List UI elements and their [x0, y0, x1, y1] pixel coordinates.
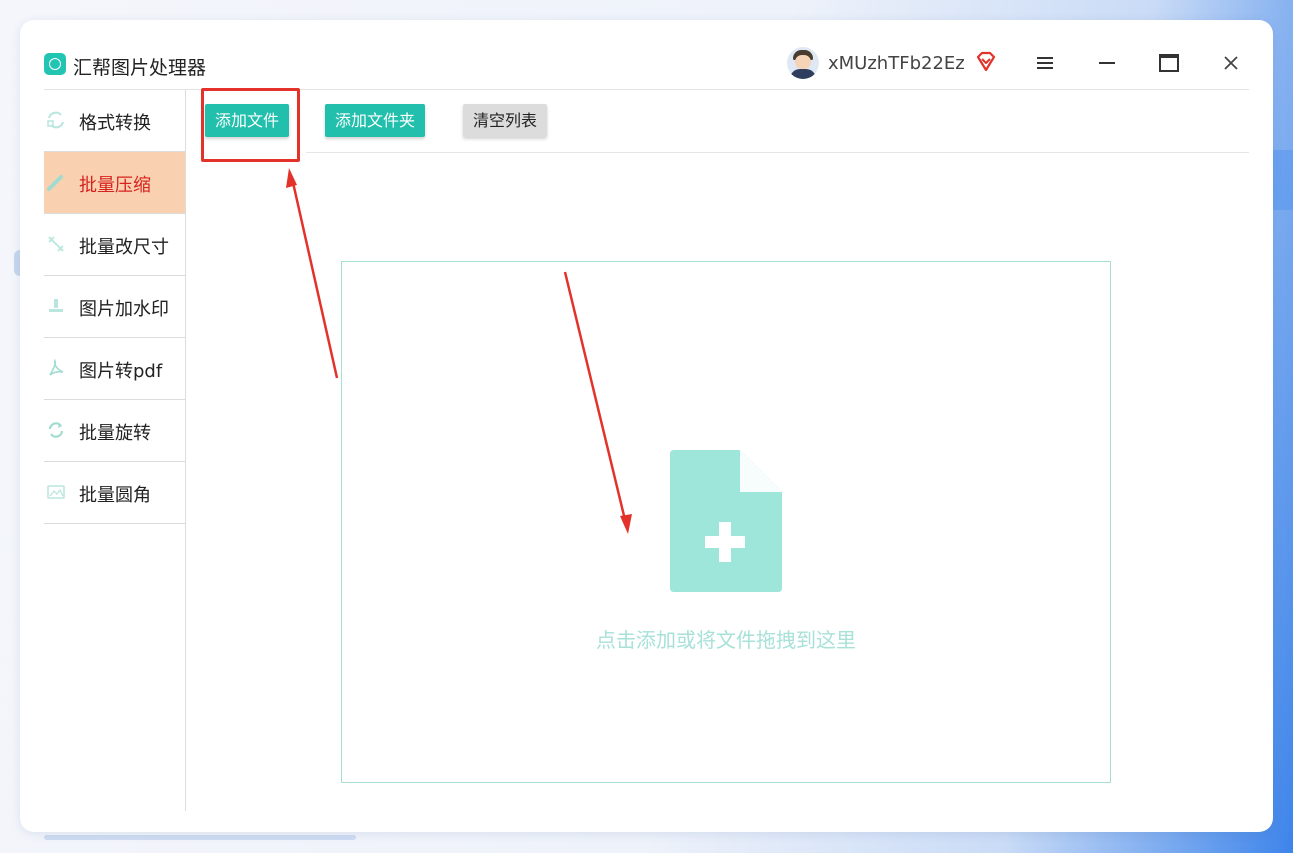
- watermark-icon: [49, 299, 63, 312]
- format-convert-icon: [47, 111, 64, 129]
- vip-diamond-icon[interactable]: [975, 51, 997, 73]
- compress-icon: [47, 175, 63, 191]
- sidebar-item-compress[interactable]: 批量压缩: [44, 152, 185, 214]
- sidebar-item-format-convert[interactable]: 格式转换: [44, 90, 185, 152]
- sidebar-item-watermark[interactable]: 图片加水印: [44, 276, 185, 338]
- add-file-icon: [670, 450, 782, 592]
- sidebar-item-label: 批量改尺寸: [79, 237, 169, 258]
- app-logo-icon: [44, 53, 66, 75]
- username[interactable]: xMUzhTFb22Ez: [828, 53, 965, 74]
- divider: [306, 152, 1249, 153]
- pdf-icon: [49, 358, 64, 376]
- sidebar-item-label: 图片转pdf: [79, 361, 163, 382]
- background-strip: [44, 835, 356, 840]
- sidebar-item-label: 格式转换: [79, 113, 151, 134]
- sidebar-item-resize[interactable]: 批量改尺寸: [44, 214, 185, 276]
- sidebar-item-label: 批量旋转: [79, 423, 151, 444]
- resize-icon: [48, 236, 64, 252]
- sidebar-item-round-corner[interactable]: 批量圆角: [44, 462, 185, 524]
- round-corner-icon: [47, 485, 65, 499]
- add-folder-button[interactable]: 添加文件夹: [325, 104, 426, 137]
- minimize-icon[interactable]: [1094, 50, 1120, 76]
- sidebar-item-label: 批量压缩: [79, 175, 151, 196]
- title-bar: 汇帮图片处理器 xMUzhTFb22Ez: [20, 20, 1273, 88]
- user-avatar[interactable]: [787, 47, 819, 79]
- sidebar-item-to-pdf[interactable]: 图片转pdf: [44, 338, 185, 400]
- clear-list-button[interactable]: 清空列表: [463, 104, 548, 137]
- sidebar-item-label: 图片加水印: [79, 299, 169, 320]
- dropzone-hint: 点击添加或将文件拖拽到这里: [596, 628, 856, 652]
- app-title: 汇帮图片处理器: [73, 57, 207, 79]
- close-icon[interactable]: [1218, 50, 1244, 76]
- maximize-icon[interactable]: [1156, 50, 1182, 76]
- rotate-icon: [48, 422, 64, 438]
- sidebar-item-label: 批量圆角: [79, 485, 151, 506]
- menu-icon[interactable]: [1032, 50, 1058, 76]
- sidebar-item-rotate[interactable]: 批量旋转: [44, 400, 185, 462]
- annotation-highlight-box: [201, 88, 300, 162]
- file-dropzone[interactable]: 点击添加或将文件拖拽到这里: [341, 261, 1111, 783]
- sidebar: 格式转换 批量压缩 批量改尺寸 图片加水印 图片转pdf 批量旋转 批量圆角: [44, 89, 186, 811]
